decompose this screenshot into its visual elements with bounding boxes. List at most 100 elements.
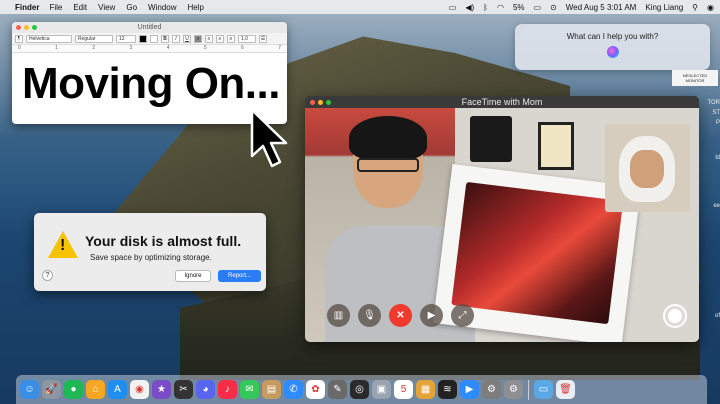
ruler-tick: 3 xyxy=(129,45,133,51)
app-store-icon[interactable]: A xyxy=(108,380,127,399)
ignore-button[interactable]: Ignore xyxy=(175,270,211,282)
alert-title: Your disk is almost full. xyxy=(85,233,242,249)
bold-button[interactable]: B xyxy=(161,34,169,43)
fullscreen-icon[interactable]: ⤢ xyxy=(451,304,474,327)
format-toolbar: ¶ Helvetica Regular 12 B I U ≡ ≡ ≡ ≡ 1.0… xyxy=(12,33,287,45)
underline-button[interactable]: U xyxy=(183,34,191,43)
report-button[interactable]: Report... xyxy=(218,270,261,282)
line-spacing-select[interactable]: 1.0 xyxy=(238,34,256,43)
end-call-icon[interactable]: ✕ xyxy=(389,304,412,327)
battery-percent[interactable]: 5% xyxy=(513,3,525,12)
list-bullets-icon[interactable]: ☰ xyxy=(259,34,267,43)
paragraph-styles-icon[interactable]: ¶ xyxy=(15,34,23,43)
siri-panel: What can I help you with? xyxy=(515,24,710,70)
photos-icon[interactable]: ✿ xyxy=(306,380,325,399)
volume-icon[interactable]: ◀) xyxy=(465,3,474,12)
calendar-icon[interactable]: 5 xyxy=(394,380,413,399)
chrome-like-icon[interactable]: ● xyxy=(64,380,83,399)
textedit-titlebar: Untitled xyxy=(12,22,287,33)
discord-icon[interactable]: ◕ xyxy=(196,380,215,399)
document-body[interactable]: Moving On... xyxy=(12,53,287,115)
chrome-icon[interactable]: ◉ xyxy=(130,380,149,399)
dock-separator xyxy=(528,379,529,400)
justify-button[interactable]: ≡ xyxy=(227,34,235,43)
messages-icon[interactable]: ✉ xyxy=(240,380,259,399)
finder-files-icon[interactable]: ▦ xyxy=(416,380,435,399)
menu-app-name[interactable]: Finder xyxy=(15,3,39,12)
trash-icon[interactable]: 🗑 xyxy=(556,380,575,399)
zoom-icon[interactable]: ▶ xyxy=(460,380,479,399)
help-button[interactable]: ? xyxy=(42,270,53,281)
self-view-thumbnail[interactable] xyxy=(605,124,690,212)
activity-monitor-icon[interactable]: ≋ xyxy=(438,380,457,399)
ruler[interactable]: 0 1 2 3 4 5 6 7 xyxy=(12,45,287,53)
warning-icon: ! xyxy=(48,231,78,258)
dock: ☺ 🚀 ● ⌂ A ◉ ★ ✂ ◕ ♪ ✉ ▤ ✆ ✿ ✎ ◎ ▣ 5 ▦ ≋ ▶ ⚙ ⚙ ▭ 🗑 xyxy=(16,375,707,404)
menu-window[interactable]: Window xyxy=(148,3,176,12)
user-name[interactable]: King Liang xyxy=(645,3,683,12)
system-preferences-icon[interactable]: ⚙ xyxy=(504,380,523,399)
desktop-edge-text: ld xyxy=(715,155,720,161)
airplay-icon[interactable]: ▭ xyxy=(449,3,457,12)
final-cut-icon[interactable]: ✂ xyxy=(174,380,193,399)
ruler-tick: 4 xyxy=(166,45,170,51)
ruler-tick: 7 xyxy=(278,45,281,51)
wifi-icon[interactable]: ◠ xyxy=(497,3,504,12)
music-icon[interactable]: ♪ xyxy=(218,380,237,399)
mic-mute-icon[interactable]: 🎙 xyxy=(358,304,381,327)
bluetooth-icon[interactable]: ᛒ xyxy=(483,3,488,12)
align-center-button[interactable]: ≡ xyxy=(205,34,213,43)
highlight-color-swatch[interactable] xyxy=(150,34,158,43)
siri-orb-icon[interactable] xyxy=(606,46,619,58)
alert-message: Save space by optimizing storage. xyxy=(90,253,212,262)
text-color-swatch[interactable] xyxy=(139,34,147,43)
control-icon[interactable]: ⊙ xyxy=(550,3,557,12)
ruler-tick: 0 xyxy=(18,45,21,51)
menu-file[interactable]: File xyxy=(49,3,62,12)
spotlight-icon[interactable]: ⚲ xyxy=(692,3,698,12)
home-icon[interactable]: ⌂ xyxy=(86,380,105,399)
menu-view[interactable]: View xyxy=(98,3,115,12)
facetime-window: FaceTime with Mom ▥ 🎙 ✕ ▶ ⤢ xyxy=(305,96,699,342)
battery-icon[interactable]: ▭ xyxy=(534,3,542,12)
desktop-edge-text: of xyxy=(714,313,720,319)
preview-icon[interactable]: ▣ xyxy=(372,380,391,399)
notes-icon[interactable]: ▤ xyxy=(262,380,281,399)
menu-go[interactable]: Go xyxy=(126,3,137,12)
disk-full-alert: ! Your disk is almost full. Save space b… xyxy=(34,213,266,291)
siri-icon[interactable]: ◉ xyxy=(707,3,714,12)
font-size-select[interactable]: 12 xyxy=(116,34,136,43)
align-left-button[interactable]: ≡ xyxy=(194,34,202,43)
font-family-select[interactable]: Helvetica xyxy=(26,34,72,43)
launchpad-icon[interactable]: 🚀 xyxy=(42,380,61,399)
script-editor-icon[interactable]: ✎ xyxy=(328,380,347,399)
menu-help[interactable]: Help xyxy=(187,3,203,12)
desktop-edge-text: TOR xyxy=(707,100,720,106)
siri-prompt: What can I help you with? xyxy=(566,32,659,41)
facetime-titlebar: FaceTime with Mom xyxy=(305,96,699,108)
desktop-edge-text: ST xyxy=(712,110,720,116)
imovie-icon[interactable]: ★ xyxy=(152,380,171,399)
clock[interactable]: Wed Aug 5 3:01 AM xyxy=(566,3,637,12)
italic-button[interactable]: I xyxy=(172,34,180,43)
live-photo-shutter-icon[interactable] xyxy=(663,304,687,328)
ruler-tick: 6 xyxy=(241,45,244,51)
desktop-sticker: NEGLECTED MONITOR xyxy=(672,70,718,86)
align-right-button[interactable]: ≡ xyxy=(216,34,224,43)
downloads-folder-icon[interactable]: ▭ xyxy=(534,380,553,399)
call-title: FaceTime with Mom xyxy=(461,97,543,107)
font-style-select[interactable]: Regular xyxy=(75,34,113,43)
menu-bar: Finder File Edit View Go Window Help ▭ ◀… xyxy=(0,0,720,14)
messenger-icon[interactable]: ✆ xyxy=(284,380,303,399)
finder-icon[interactable]: ☺ xyxy=(20,380,39,399)
menu-edit[interactable]: Edit xyxy=(73,3,87,12)
sidebar-icon[interactable]: ▥ xyxy=(327,304,350,327)
textedit-window: Untitled ¶ Helvetica Regular 12 B I U ≡ … xyxy=(12,22,287,124)
ruler-tick: 5 xyxy=(203,45,207,51)
obs-icon[interactable]: ◎ xyxy=(350,380,369,399)
document-text[interactable]: Moving On... xyxy=(22,56,280,112)
utility-icon[interactable]: ⚙ xyxy=(482,380,501,399)
camera-icon[interactable]: ▶ xyxy=(420,304,443,327)
desktop-edge-text: P xyxy=(715,120,720,126)
ruler-tick: 2 xyxy=(92,45,96,51)
